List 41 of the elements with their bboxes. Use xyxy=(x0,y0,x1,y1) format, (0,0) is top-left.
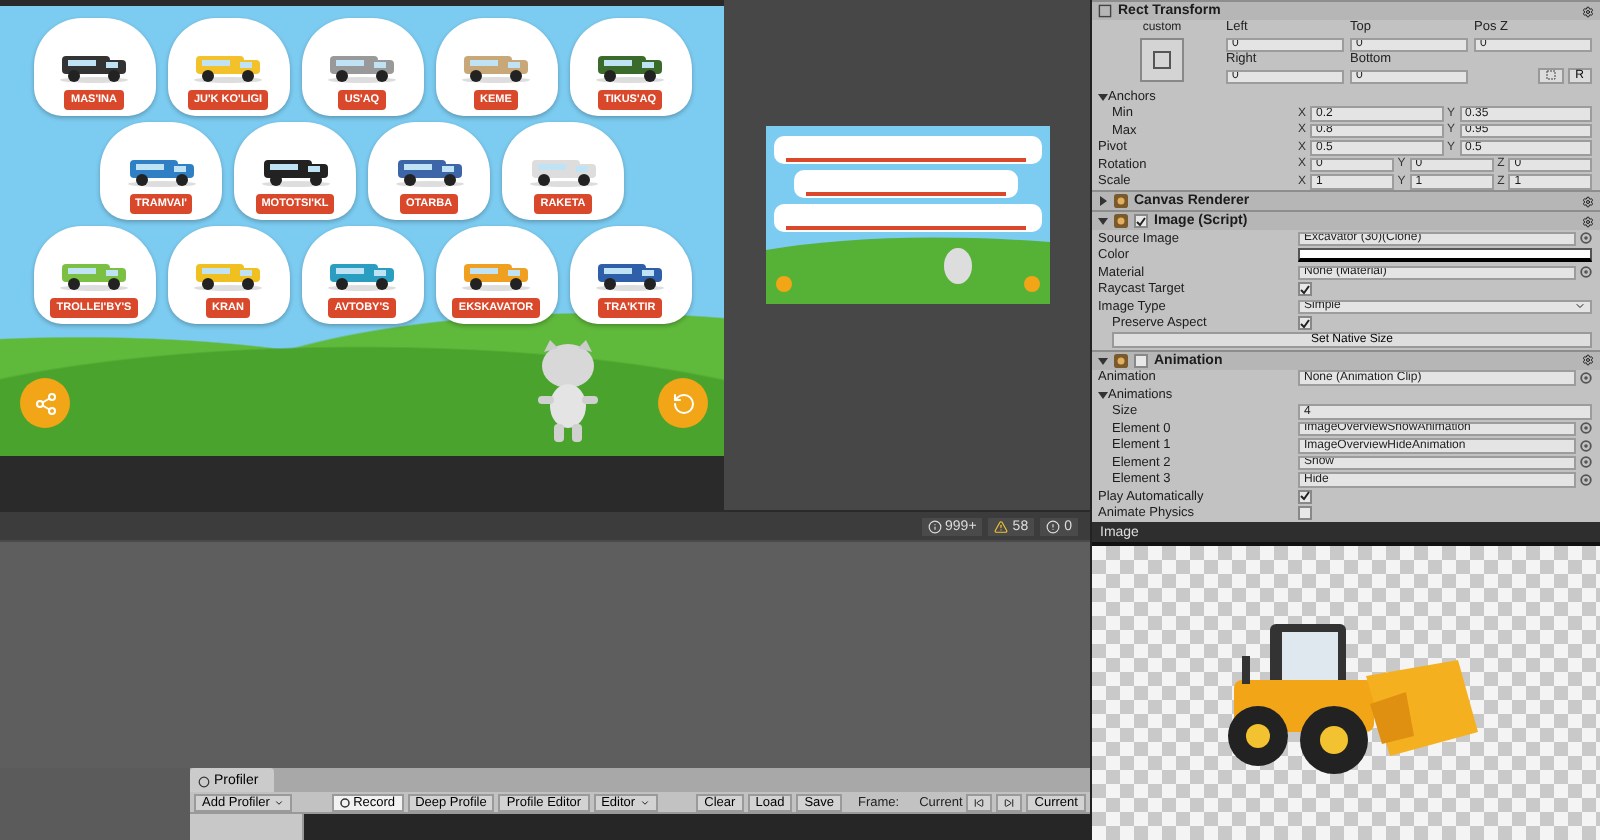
component-icon xyxy=(1114,353,1128,367)
color-field[interactable] xyxy=(1298,248,1592,263)
foldout-arrow-icon[interactable] xyxy=(1098,355,1108,365)
next-frame-button[interactable] xyxy=(996,793,1023,811)
checkbox[interactable] xyxy=(1298,489,1312,504)
object-picker-icon[interactable] xyxy=(1580,266,1592,279)
foldout-arrow-icon[interactable] xyxy=(1098,91,1108,102)
foldout-arrow-icon[interactable] xyxy=(1098,196,1108,206)
rect-transform-icon xyxy=(1098,4,1112,18)
checkbox[interactable] xyxy=(1298,282,1312,297)
checkbox[interactable] xyxy=(1298,506,1312,521)
settings-icon xyxy=(1582,195,1594,207)
component-icon xyxy=(1114,194,1128,208)
object-picker-icon[interactable] xyxy=(1580,232,1592,245)
caret-icon xyxy=(1574,300,1586,313)
caret-icon xyxy=(273,797,284,807)
share-icon xyxy=(33,391,57,415)
replay-icon xyxy=(671,391,695,415)
anchor-preset-button[interactable] xyxy=(1140,38,1184,82)
share-button[interactable] xyxy=(20,378,70,428)
checkbox[interactable] xyxy=(1298,316,1312,331)
enable-checkbox[interactable] xyxy=(1134,214,1148,228)
caret-icon xyxy=(639,797,650,807)
warning-icon xyxy=(994,519,1009,533)
previous-icon xyxy=(974,797,985,807)
dotted-square-icon xyxy=(1545,70,1556,80)
info-icon xyxy=(927,519,942,533)
enable-checkbox[interactable] xyxy=(1134,353,1148,367)
record-icon xyxy=(339,797,350,807)
foldout-arrow-icon[interactable] xyxy=(1098,389,1108,400)
settings-icon xyxy=(1582,354,1594,366)
component-icon xyxy=(1114,214,1128,228)
error-icon xyxy=(1046,519,1061,533)
next-icon xyxy=(1004,797,1015,807)
foldout-arrow-icon[interactable] xyxy=(1098,216,1108,226)
replay-button[interactable] xyxy=(658,378,708,428)
previous-frame-button[interactable] xyxy=(966,793,993,811)
settings-icon xyxy=(1582,215,1594,227)
square-icon xyxy=(1152,50,1172,70)
object-picker-icon[interactable] xyxy=(1580,371,1592,384)
settings-icon xyxy=(1582,5,1594,17)
